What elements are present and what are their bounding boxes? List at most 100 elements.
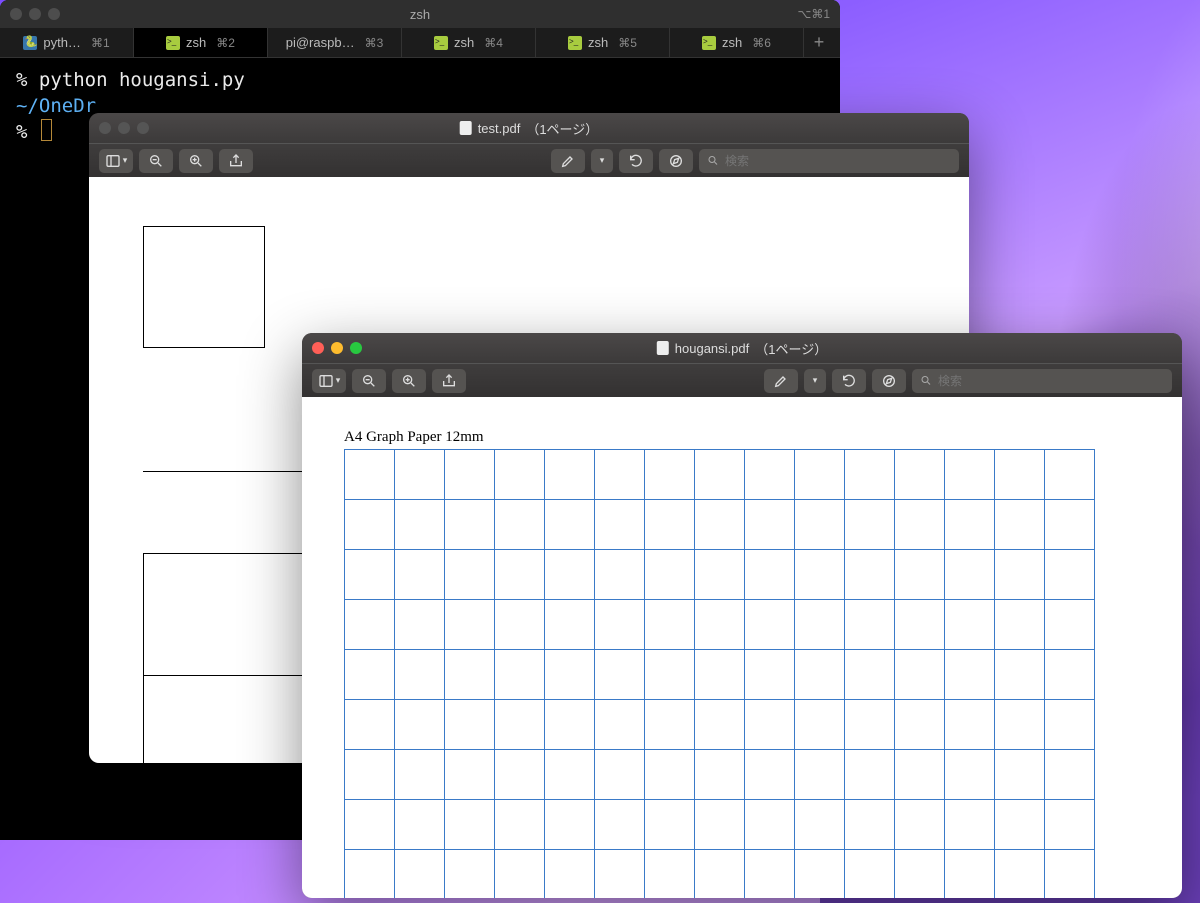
grid-cell (595, 500, 645, 550)
grid-cell (895, 500, 945, 550)
pdf-viewport[interactable]: A4 Graph Paper 12mm (302, 397, 1182, 898)
grid-cell (445, 800, 495, 850)
terminal-line-path: ~/OneDr (16, 95, 96, 117)
window-title: hougansi.pdf （1ページ） (657, 339, 827, 358)
tab-shortcut: ⌘2 (216, 36, 235, 50)
traffic-lights[interactable] (312, 342, 362, 354)
grid-cell (895, 700, 945, 750)
grid-cell (1045, 550, 1095, 600)
grid-cell (1045, 500, 1095, 550)
grid-cell (1045, 700, 1095, 750)
highlight-dropdown-button[interactable]: ▾ (591, 149, 613, 173)
grid-cell (645, 800, 695, 850)
highlight-button[interactable] (764, 369, 798, 393)
markup-button[interactable] (659, 149, 693, 173)
search-icon (920, 374, 932, 387)
minimize-icon[interactable] (29, 8, 41, 20)
preview-window-hougansi: hougansi.pdf （1ページ） ▾ ▾ (302, 333, 1182, 898)
grid-cell (495, 750, 545, 800)
markup-button[interactable] (872, 369, 906, 393)
grid-cell (445, 600, 495, 650)
traffic-lights[interactable] (10, 8, 60, 20)
tab-shortcut: ⌘3 (365, 36, 384, 50)
pdf-shape-rect-upper (143, 553, 303, 675)
zsh-icon (702, 36, 716, 50)
zoom-in-button[interactable] (392, 369, 426, 393)
grid-cell (545, 600, 595, 650)
search-field[interactable] (699, 149, 959, 173)
grid-cell (445, 500, 495, 550)
grid-cell (445, 750, 495, 800)
titlebar[interactable]: hougansi.pdf （1ページ） (302, 333, 1182, 363)
close-icon[interactable] (10, 8, 22, 20)
grid-cell (345, 750, 395, 800)
grid-cell (345, 600, 395, 650)
grid-cell (495, 850, 545, 899)
maximize-icon[interactable] (350, 342, 362, 354)
grid-cell (795, 450, 845, 500)
grid-cell (495, 500, 545, 550)
share-button[interactable] (219, 149, 253, 173)
minimize-icon[interactable] (331, 342, 343, 354)
terminal-cursor (41, 119, 52, 141)
search-input[interactable] (725, 154, 951, 168)
zsh-icon (568, 36, 582, 50)
new-tab-button[interactable]: + (804, 28, 834, 57)
grid-cell (845, 750, 895, 800)
terminal-tab[interactable]: zsh⌘4 (402, 28, 536, 57)
rotate-button[interactable] (619, 149, 653, 173)
file-name: hougansi.pdf (675, 341, 749, 356)
search-input[interactable] (938, 374, 1164, 388)
terminal-tab[interactable]: pi@raspb… ⌘3 (268, 28, 402, 57)
grid-cell (945, 850, 995, 899)
grid-cell (795, 750, 845, 800)
share-button[interactable] (432, 369, 466, 393)
grid-cell (345, 800, 395, 850)
grid-cell (1045, 650, 1095, 700)
grid-cell (995, 550, 1045, 600)
close-icon[interactable] (312, 342, 324, 354)
search-field[interactable] (912, 369, 1172, 393)
highlight-button[interactable] (551, 149, 585, 173)
zsh-icon (434, 36, 448, 50)
grid-cell (945, 500, 995, 550)
tab-label: zsh (722, 35, 742, 50)
search-icon (707, 154, 719, 167)
grid-cell (645, 650, 695, 700)
minimize-icon[interactable] (118, 122, 130, 134)
terminal-titlebar[interactable]: zsh ⌥⌘1 (0, 0, 840, 28)
zoom-in-button[interactable] (179, 149, 213, 173)
maximize-icon[interactable] (137, 122, 149, 134)
grid-cell (645, 550, 695, 600)
close-icon[interactable] (99, 122, 111, 134)
grid-cell (895, 450, 945, 500)
grid-cell (595, 800, 645, 850)
grid-cell (645, 450, 695, 500)
titlebar[interactable]: test.pdf （1ページ） (89, 113, 969, 143)
grid-cell (345, 500, 395, 550)
grid-cell (745, 500, 795, 550)
grid-cell (395, 500, 445, 550)
terminal-tab[interactable]: zsh⌘2 (134, 28, 268, 57)
grid-cell (695, 800, 745, 850)
rotate-button[interactable] (832, 369, 866, 393)
grid-cell (445, 550, 495, 600)
zoom-out-button[interactable] (352, 369, 386, 393)
sidebar-toggle-button[interactable]: ▾ (99, 149, 133, 173)
zoom-out-button[interactable] (139, 149, 173, 173)
terminal-tab[interactable]: pyth…⌘1 (0, 28, 134, 57)
grid-cell (645, 750, 695, 800)
grid-cell (745, 850, 795, 899)
traffic-lights[interactable] (99, 122, 149, 134)
terminal-tab[interactable]: zsh⌘5 (536, 28, 670, 57)
tab-label: zsh (588, 35, 608, 50)
grid-cell (495, 600, 545, 650)
tab-label: pi@raspb… (286, 35, 355, 50)
grid-cell (495, 550, 545, 600)
maximize-icon[interactable] (48, 8, 60, 20)
grid-cell (845, 450, 895, 500)
grid-cell (945, 450, 995, 500)
highlight-dropdown-button[interactable]: ▾ (804, 369, 826, 393)
sidebar-toggle-button[interactable]: ▾ (312, 369, 346, 393)
terminal-tab[interactable]: zsh⌘6 (670, 28, 804, 57)
